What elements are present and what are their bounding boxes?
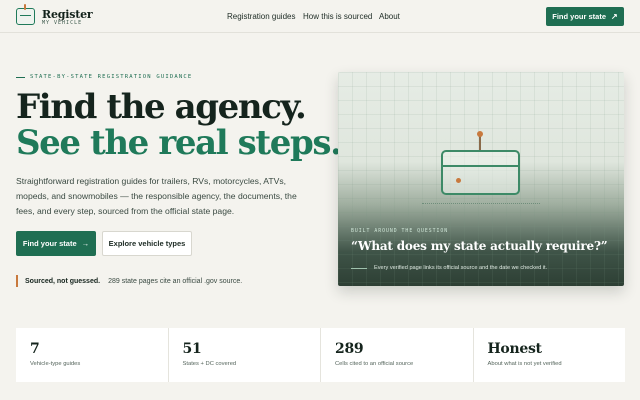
explore-vehicle-types-button[interactable]: Explore vehicle types xyxy=(102,231,192,256)
plate-line xyxy=(443,165,518,167)
stat-states-covered: 51 States + DC covered xyxy=(168,328,321,382)
hero-illustration-card: BUILT AROUND THE QUESTION “What does my … xyxy=(338,72,624,286)
hero-title-line1: Find the agency. xyxy=(16,87,307,127)
nav-link-how-sourced[interactable]: How this is sourced xyxy=(303,12,372,21)
license-plate-icon xyxy=(441,150,520,195)
plate-dot xyxy=(456,178,461,183)
arrow-right-icon: → xyxy=(81,239,90,248)
hero-lede: Straightforward registration guides for … xyxy=(16,176,297,216)
stat-value: Honest xyxy=(487,341,543,357)
sourced-label: Sourced, not guessed. xyxy=(25,277,101,285)
stat-value: 289 xyxy=(335,341,364,357)
stat-cells-cited: 289 Cells cited to an official source xyxy=(321,328,474,382)
stat-vehicle-guides: 7 Vehicle-type guides xyxy=(16,328,169,382)
nav-find-state-button[interactable]: Find your state ↗ xyxy=(546,7,624,26)
license-plate-logo-icon[interactable] xyxy=(16,4,35,25)
card-eyebrow: BUILT AROUND THE QUESTION xyxy=(351,229,449,234)
card-note: Every verified page links its official s… xyxy=(351,265,547,271)
dotted-divider xyxy=(422,203,540,204)
pin-dot-icon xyxy=(477,131,483,137)
stats-strip: 7 Vehicle-type guides 51 States + DC cov… xyxy=(16,328,625,382)
nav-link-registration-guides[interactable]: Registration guides xyxy=(227,12,295,21)
eyebrow-dash xyxy=(16,76,25,78)
card-quote: “What does my state actually require?” xyxy=(351,239,608,253)
find-your-state-label: Find your state xyxy=(22,239,77,248)
stat-label: About what is not yet verified xyxy=(487,361,562,367)
stat-label: Cells cited to an official source xyxy=(335,361,414,367)
sourced-text: 289 state pages cite an official .gov so… xyxy=(108,277,243,285)
arrow-up-right-icon: ↗ xyxy=(611,12,618,21)
nav-link-about[interactable]: About xyxy=(379,12,400,21)
top-nav: Register MY VEHICLE Registration guides … xyxy=(0,0,640,33)
find-your-state-button[interactable]: Find your state → xyxy=(16,231,96,256)
hero-eyebrow: STATE-BY-STATE REGISTRATION GUIDANCE xyxy=(16,74,192,80)
stat-label: States + DC covered xyxy=(182,361,237,367)
nav-cta-label: Find your state xyxy=(552,12,607,21)
stat-honest: Honest About what is not yet verified xyxy=(473,328,625,382)
stat-value: 7 xyxy=(30,341,40,357)
stat-value: 51 xyxy=(182,341,202,357)
hero-eyebrow-text: STATE-BY-STATE REGISTRATION GUIDANCE xyxy=(30,74,193,80)
card-note-dash xyxy=(351,267,367,269)
logo-subtitle: MY VEHICLE xyxy=(42,20,83,26)
sourced-callout: Sourced, not guessed. 289 state pages ci… xyxy=(16,275,242,287)
card-note-text: Every verified page links its official s… xyxy=(374,265,548,271)
hero-title-line2: See the real steps. xyxy=(16,123,342,163)
stat-label: Vehicle-type guides xyxy=(30,361,81,367)
